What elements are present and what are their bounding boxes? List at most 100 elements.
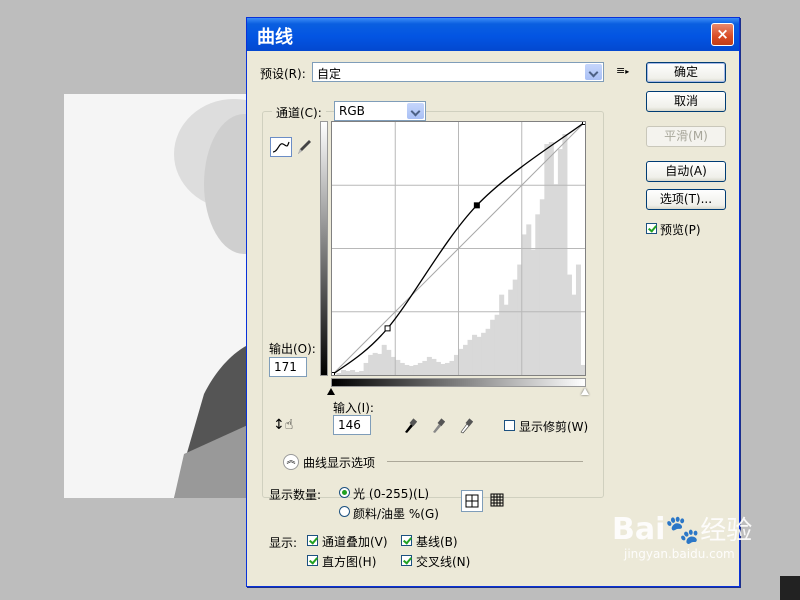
watermark-url: jingyan.baidu.com — [624, 547, 735, 561]
histogram-bar — [386, 349, 392, 375]
histogram-bar — [499, 294, 505, 375]
intersection-checkbox[interactable] — [401, 555, 412, 566]
histogram-bar — [431, 358, 437, 375]
histogram-bar — [422, 360, 428, 375]
histogram-bar — [494, 314, 500, 375]
histogram-bar — [467, 339, 473, 375]
curve-control-point — [329, 372, 335, 378]
detailed-grid-button[interactable] — [487, 490, 509, 512]
histogram-bar — [363, 362, 369, 375]
channel-label: 通道(C): — [272, 104, 326, 121]
background-photo-art — [174, 99, 250, 498]
curve-options-label: 曲线显示选项 — [303, 456, 376, 470]
gray-eyedropper-icon[interactable] — [431, 418, 445, 434]
background-document-image — [64, 94, 251, 498]
options-button[interactable]: 选项(T)... — [646, 189, 726, 210]
background-dark-corner — [780, 576, 800, 600]
detailed-grid-icon — [490, 493, 504, 507]
preset-options-icon[interactable]: ≡▸ — [616, 64, 629, 77]
curve-point-tool-button[interactable] — [270, 137, 292, 157]
light-radio[interactable] — [339, 487, 350, 498]
preset-select[interactable]: 自定 — [312, 62, 604, 82]
curve-graph-svg[interactable] — [329, 119, 588, 378]
histogram-bar — [413, 364, 419, 375]
channel-overlay-label: 通道叠加(V) — [322, 535, 388, 549]
preview-label: 预览(P) — [660, 223, 701, 237]
collapse-options-button[interactable]: ︽ — [283, 454, 299, 470]
title-bar[interactable]: 曲线 × — [247, 18, 739, 51]
histogram-bar — [377, 353, 383, 375]
histogram-bar — [490, 319, 496, 375]
hand-adjust-icon[interactable]: ↕☝ — [273, 417, 293, 433]
show-amount-label: 显示数量: — [269, 488, 322, 502]
output-field[interactable]: 171 — [269, 357, 307, 377]
options-divider — [387, 461, 583, 462]
histogram-bar — [539, 199, 545, 375]
histogram-bar — [435, 361, 441, 375]
histogram-bar — [463, 344, 469, 375]
pigment-radio[interactable] — [339, 506, 350, 517]
histogram-bar — [508, 289, 514, 375]
channel-select[interactable]: RGB — [334, 101, 426, 121]
preview-checkbox[interactable] — [646, 223, 657, 234]
histogram-bar — [417, 362, 423, 375]
show-clipping-checkbox[interactable] — [504, 420, 515, 431]
output-gradient-bar — [320, 121, 328, 376]
intersection-label: 交叉线(N) — [416, 555, 471, 569]
histogram-bar — [503, 304, 509, 375]
histogram-bar — [444, 362, 450, 375]
chevron-down-icon — [407, 103, 424, 119]
histogram-bar — [440, 363, 446, 375]
input-gradient-bar — [331, 378, 586, 387]
histogram-bar — [359, 370, 365, 375]
histogram-bar — [535, 214, 541, 375]
black-point-slider[interactable] — [327, 388, 335, 395]
input-field[interactable]: 146 — [333, 415, 371, 435]
histogram-bar — [566, 274, 572, 375]
simple-grid-button[interactable] — [461, 490, 483, 512]
histogram-bar — [399, 362, 405, 375]
baseline-checkbox[interactable] — [401, 535, 412, 546]
preset-label: 预设(R): — [260, 67, 306, 81]
histogram-bar — [350, 369, 356, 375]
curve-graph[interactable] — [329, 119, 588, 378]
output-label: 输出(O): — [269, 342, 316, 356]
dialog-title: 曲线 — [257, 27, 293, 48]
pencil-icon — [298, 140, 311, 154]
histogram-checkbox[interactable] — [307, 555, 318, 566]
histogram-bar — [544, 144, 550, 375]
histogram-bar — [449, 360, 455, 375]
baseline-label: 基线(B) — [416, 535, 458, 549]
histogram-label: 直方图(H) — [322, 555, 377, 569]
histogram-bar — [404, 364, 410, 375]
pencil-tool-button[interactable] — [294, 137, 314, 157]
histogram-bar — [575, 264, 581, 375]
chevron-down-icon — [585, 64, 602, 80]
histogram-bar — [458, 348, 464, 375]
ok-button[interactable]: 确定 — [646, 62, 726, 83]
histogram-bar — [553, 184, 559, 375]
smooth-button[interactable]: 平滑(M) — [646, 126, 726, 147]
histogram-bar — [472, 334, 478, 375]
show-label: 显示: — [269, 536, 298, 550]
simple-grid-icon — [465, 494, 479, 508]
histogram-bar — [395, 359, 401, 375]
close-button[interactable]: × — [711, 23, 734, 46]
black-eyedropper-icon[interactable] — [403, 418, 417, 434]
cancel-button[interactable]: 取消 — [646, 91, 726, 112]
input-label: 输入(I): — [333, 401, 374, 415]
curve-icon — [272, 141, 290, 153]
white-point-slider[interactable] — [581, 388, 589, 395]
histogram-bar — [526, 224, 532, 375]
watermark-brand2: 经验 — [700, 516, 753, 546]
watermark-brand: Bai — [612, 512, 666, 547]
histogram-bar — [372, 352, 378, 375]
white-eyedropper-icon[interactable] — [459, 418, 473, 434]
auto-button[interactable]: 自动(A) — [646, 161, 726, 182]
histogram-bar — [512, 279, 518, 375]
histogram-bar — [345, 370, 351, 375]
histogram-bar — [562, 134, 568, 375]
histogram-bar — [481, 332, 487, 375]
histogram-bar — [548, 142, 554, 375]
channel-overlay-checkbox[interactable] — [307, 535, 318, 546]
